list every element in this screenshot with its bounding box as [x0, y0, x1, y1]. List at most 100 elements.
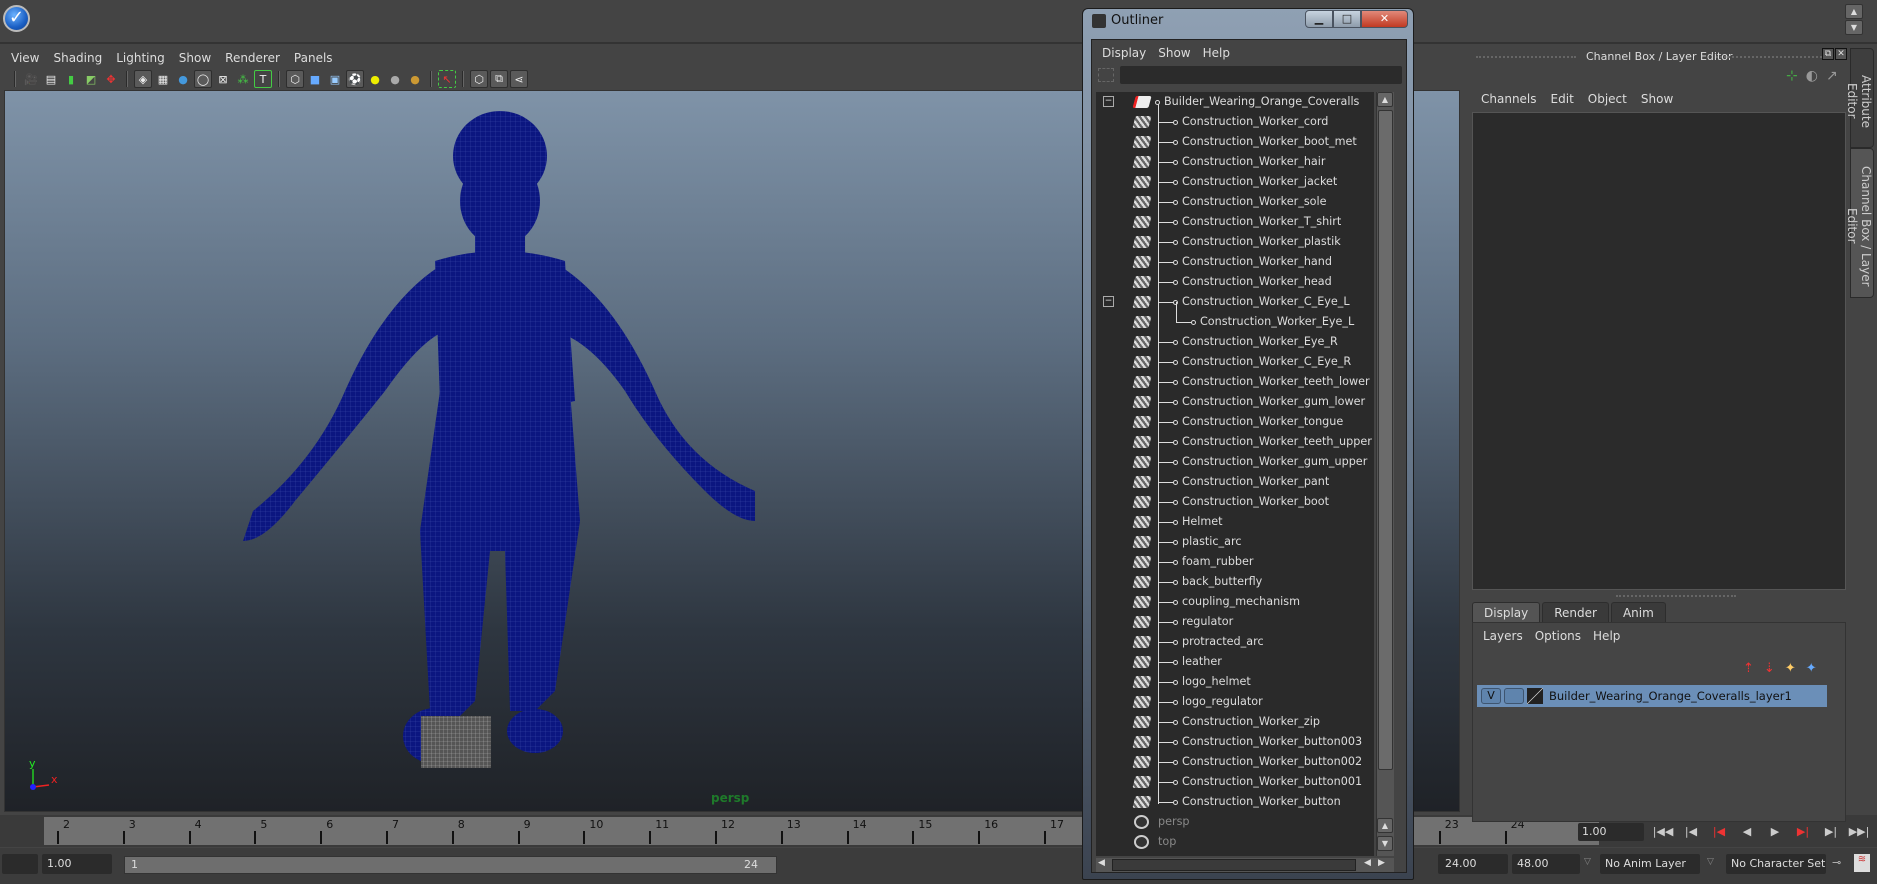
drag-handle[interactable] [1476, 56, 1576, 59]
close-panel-button[interactable]: ✕ [1835, 48, 1847, 60]
menu-renderer[interactable]: Renderer [218, 48, 287, 68]
step-back-key-button[interactable]: |◀ [1708, 823, 1730, 841]
outliner-horizontal-scrollbar[interactable]: ◀ ◀ ▶ [1096, 858, 1394, 872]
menu-show[interactable]: Show [1634, 90, 1680, 108]
menu-shading[interactable]: Shading [46, 48, 109, 68]
character-set-dropdown-icon[interactable]: ▽ [1707, 857, 1714, 867]
outliner-item[interactable]: Construction_Worker_sole [1096, 192, 1374, 212]
top-scroll[interactable]: ▲ ▼ [1845, 4, 1865, 38]
play-backwards-button[interactable]: ◀ [1736, 823, 1758, 841]
outliner-item[interactable]: Construction_Worker_zip [1096, 712, 1374, 732]
menu-edit[interactable]: Edit [1544, 90, 1581, 108]
outliner-item[interactable]: Construction_Worker_tongue [1096, 412, 1374, 432]
outliner-item[interactable]: Construction_Worker_hand [1096, 252, 1374, 272]
auto-key-icon[interactable]: ⊸ [1832, 856, 1841, 869]
drag-handle-2[interactable] [1716, 56, 1826, 59]
channel-box-area[interactable] [1472, 112, 1846, 590]
step-forward-key-button[interactable]: ▶| [1792, 823, 1814, 841]
menu-lighting[interactable]: Lighting [109, 48, 172, 68]
menu-layers[interactable]: Layers [1477, 627, 1529, 645]
outliner-item[interactable]: plastic_arc [1096, 532, 1374, 552]
outliner-item[interactable]: Construction_Worker_Eye_L [1096, 302, 1374, 332]
outliner-item[interactable]: Construction_Worker_pant [1096, 472, 1374, 492]
outliner-item[interactable]: logo_regulator [1096, 692, 1374, 712]
speed-icon[interactable]: ◐ [1806, 68, 1818, 84]
outliner-item[interactable]: − Builder_Wearing_Orange_Coveralls [1096, 92, 1374, 112]
outliner-item[interactable]: logo_helmet [1096, 672, 1374, 692]
gate-mask-icon[interactable]: ◯ [194, 70, 212, 88]
outliner-item[interactable]: leather [1096, 652, 1374, 672]
outliner-item[interactable]: regulator [1096, 612, 1374, 632]
menu-show[interactable]: Show [172, 48, 218, 68]
menu-help[interactable]: Help [1197, 44, 1236, 62]
menu-view[interactable]: View [4, 48, 46, 68]
app-check-icon[interactable]: ✓ [3, 5, 30, 32]
maximize-button[interactable]: □ [1333, 10, 1361, 28]
outliner-item[interactable]: Construction_Worker_C_Eye_R [1096, 352, 1374, 372]
play-forwards-button[interactable]: ▶ [1764, 823, 1786, 841]
playback-end-field[interactable]: 48.00 [1512, 854, 1580, 874]
menu-show[interactable]: Show [1152, 44, 1196, 62]
menu-help[interactable]: Help [1587, 627, 1626, 645]
manipulator-icon[interactable]: ⊹ [1786, 68, 1798, 84]
outliner-item[interactable]: Construction_Worker_boot [1096, 492, 1374, 512]
animation-preferences-icon[interactable]: ≋ [1854, 854, 1870, 872]
layer-name[interactable]: Builder_Wearing_Orange_Coveralls_layer1 [1549, 689, 1792, 703]
menu-channels[interactable]: Channels [1474, 90, 1544, 108]
scroll-right-button[interactable]: ▶ [1378, 858, 1385, 868]
outliner-filter-input[interactable] [1120, 66, 1402, 84]
textured-icon[interactable]: ⚽ [346, 70, 364, 88]
image-plane-icon[interactable]: ◩ [82, 70, 100, 88]
safe-title-icon[interactable]: T [254, 70, 272, 88]
xray-joints-icon[interactable]: ⋖ [510, 70, 528, 88]
move-layer-up-icon[interactable]: ⇡ [1743, 661, 1754, 676]
wireframe-icon[interactable]: ⬡ [286, 70, 304, 88]
outliner-item[interactable]: Construction_Worker_plastik [1096, 232, 1374, 252]
outliner-item[interactable]: − Construction_Worker_C_Eye_L [1096, 292, 1374, 312]
safe-action-icon[interactable]: ⁂ [234, 70, 252, 88]
scroll-left-button-2[interactable]: ◀ [1364, 858, 1371, 868]
outliner-item[interactable]: top [1096, 832, 1374, 852]
hscroll-thumb[interactable] [1112, 859, 1356, 871]
range-blank-field[interactable] [2, 854, 38, 874]
menu-object[interactable]: Object [1581, 90, 1634, 108]
film-gate-icon[interactable]: ▦ [154, 70, 172, 88]
outliner-item[interactable]: Construction_Worker_head [1096, 272, 1374, 292]
xray-icon[interactable]: ⬡ [470, 70, 488, 88]
outliner-item[interactable]: persp [1096, 812, 1374, 832]
camera-attributes-icon[interactable]: ▤ [42, 70, 60, 88]
shadows-icon[interactable]: ● [386, 70, 404, 88]
outliner-item[interactable]: Construction_Worker_teeth_upper [1096, 432, 1374, 452]
current-time-field[interactable]: 1.00 [1578, 823, 1644, 841]
arrow-icon[interactable]: ↗ [1826, 68, 1838, 84]
wireframe-on-shaded-icon[interactable]: ▣ [326, 70, 344, 88]
move-layer-down-icon[interactable]: ⇣ [1764, 661, 1775, 676]
menu-panels[interactable]: Panels [287, 48, 340, 68]
outliner-item[interactable]: Construction_Worker_hair [1096, 152, 1374, 172]
step-forward-frame-button[interactable]: ▶| [1820, 823, 1842, 841]
screen-space-ao-icon[interactable]: ● [406, 70, 424, 88]
tab-attribute-editor[interactable]: Attribute Editor [1845, 48, 1874, 148]
scroll-left-button[interactable]: ◀ [1098, 858, 1105, 868]
grid-icon[interactable]: ◈ [134, 70, 152, 88]
anim-layer-dropdown-icon[interactable]: ▽ [1584, 857, 1591, 867]
filter-icon[interactable] [1098, 68, 1114, 82]
scroll-thumb[interactable] [1378, 110, 1393, 770]
close-button[interactable]: ✕ [1361, 10, 1408, 28]
outliner-tree[interactable]: − Builder_Wearing_Orange_Coveralls Constru… [1096, 92, 1374, 856]
use-all-lights-icon[interactable]: ● [366, 70, 384, 88]
tab-display[interactable]: Display [1472, 602, 1541, 622]
outliner-item[interactable]: Construction_Worker_Eye_R [1096, 332, 1374, 352]
outliner-item[interactable]: Construction_Worker_jacket [1096, 172, 1374, 192]
collapse-toggle[interactable]: − [1103, 296, 1114, 307]
2d-pan-zoom-icon[interactable]: ✥ [102, 70, 120, 88]
outliner-vertical-scrollbar[interactable]: ▲ ▲ ▼ [1376, 92, 1394, 856]
tab-anim[interactable]: Anim [1610, 602, 1666, 622]
xray-active-components-icon[interactable]: ⧉ [490, 70, 508, 88]
outliner-item[interactable]: foam_rubber [1096, 552, 1374, 572]
layer-row[interactable]: V Builder_Wearing_Orange_Coveralls_layer… [1477, 685, 1827, 707]
outliner-item[interactable]: Construction_Worker_button001 [1096, 772, 1374, 792]
scroll-up-button[interactable]: ▲ [1377, 92, 1393, 107]
collapse-toggle[interactable]: − [1103, 96, 1114, 107]
new-empty-layer-icon[interactable]: ✦ [1785, 661, 1796, 676]
